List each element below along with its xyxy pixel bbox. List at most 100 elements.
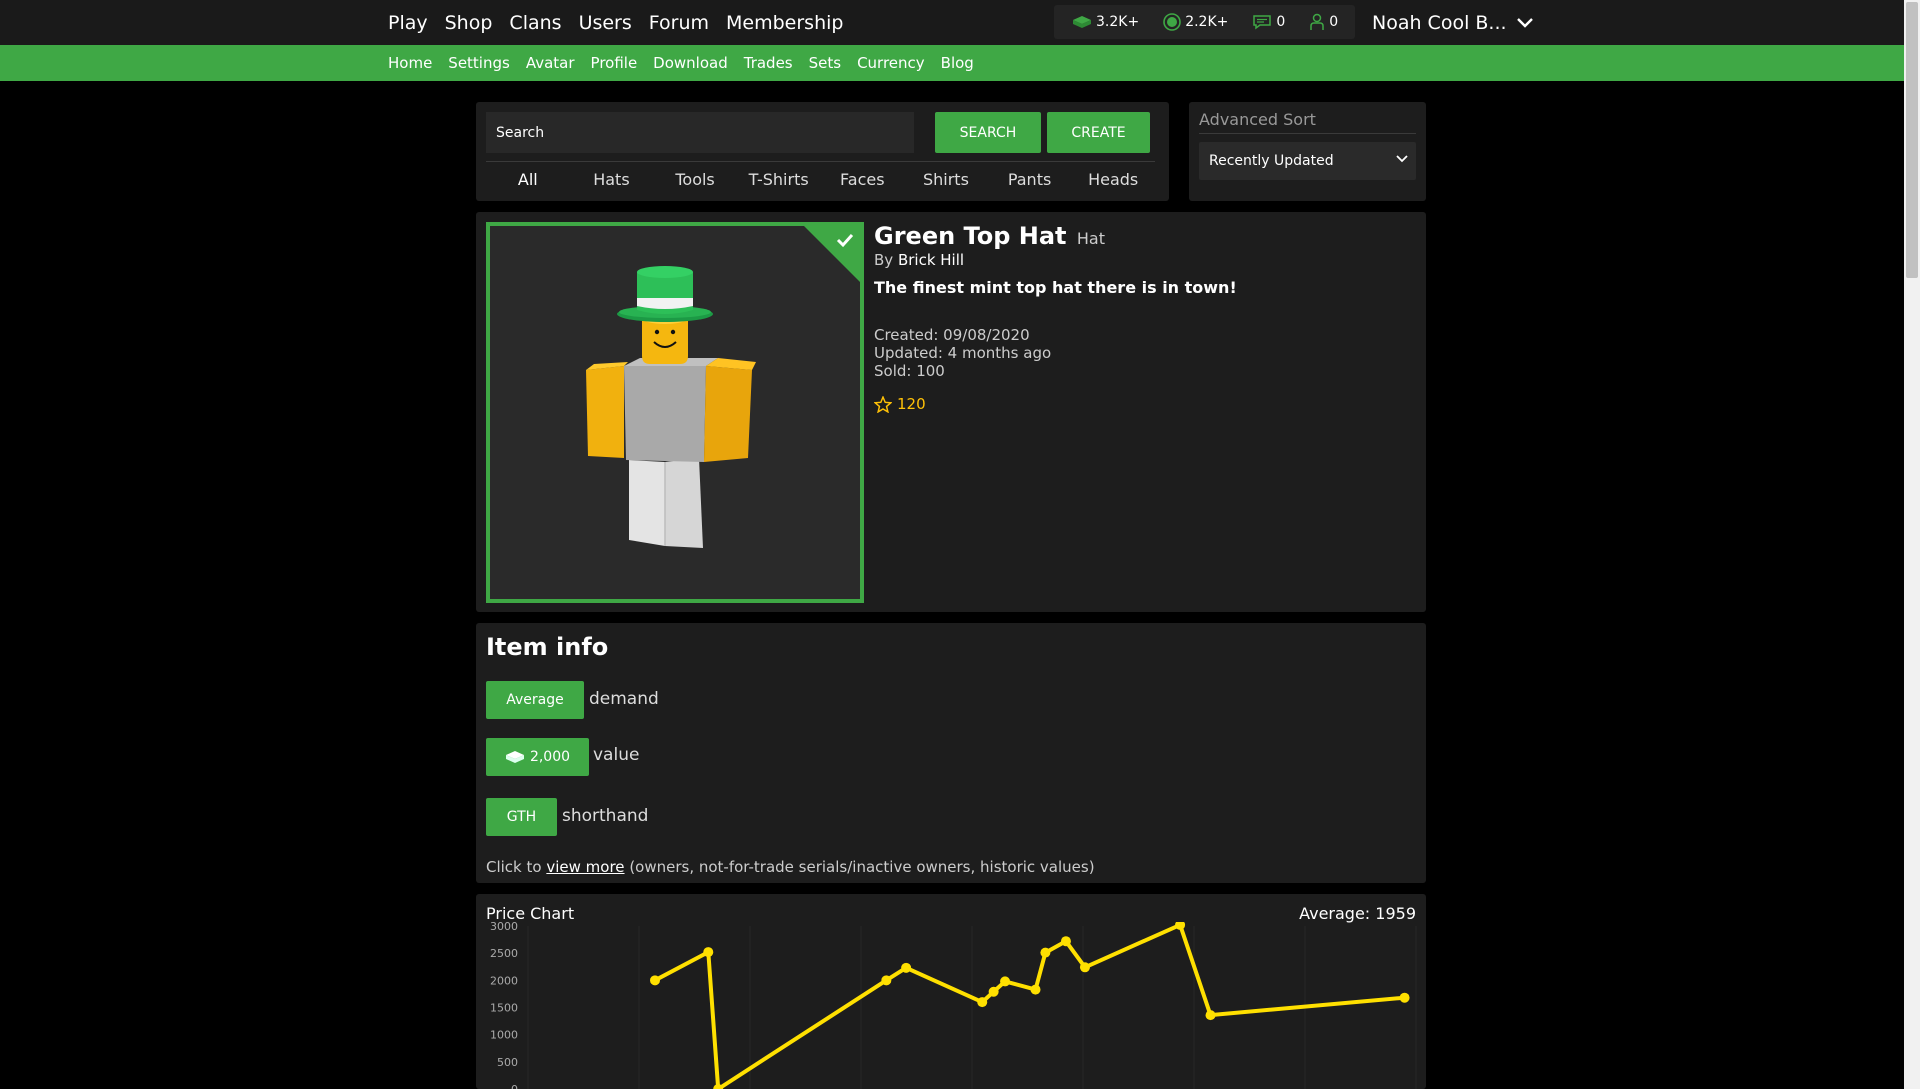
check-icon xyxy=(836,233,854,248)
subnav-home[interactable]: Home xyxy=(388,54,432,72)
bucks-stat[interactable]: 3.2K+ xyxy=(1072,14,1139,30)
value-badge: 2,000 xyxy=(486,738,589,776)
value-label: value xyxy=(593,745,640,765)
search-button[interactable]: SEARCH xyxy=(935,112,1041,153)
tab-hats[interactable]: Hats xyxy=(570,162,654,197)
favorite-count: 120 xyxy=(897,395,926,413)
bits-stat[interactable]: 2.2K+ xyxy=(1163,13,1228,31)
price-point[interactable] xyxy=(988,986,999,997)
chevron-down-icon xyxy=(1516,17,1533,28)
view-more-row: Click to view more (owners, not-for-trad… xyxy=(486,858,1095,876)
price-point[interactable] xyxy=(977,997,988,1008)
bucks-icon xyxy=(1073,16,1091,28)
price-point[interactable] xyxy=(1399,992,1410,1003)
item-name-row: Green Top Hat Hat xyxy=(874,222,1105,250)
subnav-currency[interactable]: Currency xyxy=(857,54,925,72)
price-chart: 3000 2500 2000 1500 1000 500 0 xyxy=(490,922,1417,1089)
top-bar: Play Shop Clans Users Forum Membership 3… xyxy=(0,0,1904,45)
search-input[interactable] xyxy=(486,112,914,153)
click-suffix: (owners, not-for-trade serials/inactive … xyxy=(629,858,1095,876)
item-created: Created: 09/08/2020 xyxy=(874,326,1030,344)
shorthand-badge: GTH xyxy=(486,798,557,836)
price-point[interactable] xyxy=(1030,984,1041,995)
subnav-avatar[interactable]: Avatar xyxy=(526,54,575,72)
price-point[interactable] xyxy=(1205,1010,1216,1021)
username: Noah Cool B... xyxy=(1372,11,1507,34)
demand-badge: Average xyxy=(486,681,584,719)
price-point[interactable] xyxy=(1175,922,1186,930)
favorite-button[interactable]: 120 xyxy=(874,395,926,413)
tab-heads[interactable]: Heads xyxy=(1071,162,1155,197)
bits-count: 2.2K+ xyxy=(1185,14,1229,30)
y-tick-label: 0 xyxy=(511,1083,518,1089)
by-prefix: By xyxy=(874,251,894,269)
friends-count: 0 xyxy=(1329,14,1339,30)
user-menu[interactable]: Noah Cool B... xyxy=(1372,0,1533,45)
subnav-settings[interactable]: Settings xyxy=(448,54,510,72)
price-point[interactable] xyxy=(650,975,660,986)
sub-nav: Home Settings Avatar Profile Download Tr… xyxy=(0,45,1904,81)
subnav-blog[interactable]: Blog xyxy=(941,54,974,72)
price-point[interactable] xyxy=(1079,962,1090,973)
create-button[interactable]: CREATE xyxy=(1047,112,1150,153)
price-point[interactable] xyxy=(901,962,912,973)
click-prefix: Click to xyxy=(486,858,542,876)
scrollbar-thumb[interactable] xyxy=(1906,2,1918,278)
messages-count: 0 xyxy=(1276,14,1286,30)
y-tick-label: 500 xyxy=(497,1056,518,1069)
subnav-sets[interactable]: Sets xyxy=(809,54,841,72)
subnav-download[interactable]: Download xyxy=(653,54,728,72)
bucks-icon xyxy=(505,751,524,763)
demand-value: Average xyxy=(506,692,564,708)
nav-clans[interactable]: Clans xyxy=(509,12,561,34)
friends-icon xyxy=(1310,13,1325,30)
star-icon xyxy=(874,395,892,413)
chart-title: Price Chart xyxy=(486,904,575,923)
shorthand-value: GTH xyxy=(506,809,537,825)
price-point[interactable] xyxy=(1060,936,1071,947)
messages-stat[interactable]: 0 xyxy=(1252,14,1285,30)
tab-tools[interactable]: Tools xyxy=(653,162,737,197)
item-info-title: Item info xyxy=(486,633,609,661)
friends-stat[interactable]: 0 xyxy=(1309,13,1338,31)
subnav-profile[interactable]: Profile xyxy=(591,54,638,72)
sort-select[interactable]: Recently Updated xyxy=(1199,142,1416,180)
tab-pants[interactable]: Pants xyxy=(988,162,1072,197)
price-point[interactable] xyxy=(703,947,714,958)
price-chart-panel: Price Chart Average: 1959 3000 2500 2000 15… xyxy=(476,894,1426,1089)
tab-faces[interactable]: Faces xyxy=(821,162,905,197)
sort-label: Advanced Sort xyxy=(1199,110,1416,134)
nav-membership[interactable]: Membership xyxy=(726,12,843,34)
price-point[interactable] xyxy=(1040,947,1051,958)
nav-play[interactable]: Play xyxy=(388,12,428,34)
item-creator-link[interactable]: Brick Hill xyxy=(898,251,964,269)
y-tick-label: 1000 xyxy=(490,1029,518,1042)
item-name: Green Top Hat xyxy=(874,222,1067,250)
nav-shop[interactable]: Shop xyxy=(445,12,493,34)
nav-forum[interactable]: Forum xyxy=(649,12,709,34)
view-more-link[interactable]: view more xyxy=(546,858,624,876)
main-nav: Play Shop Clans Users Forum Membership xyxy=(388,0,843,45)
sort-panel: Advanced Sort Recently Updated xyxy=(1189,102,1426,201)
tab-all[interactable]: All xyxy=(486,162,570,197)
demand-label: demand xyxy=(589,689,659,709)
messages-icon xyxy=(1253,15,1272,30)
y-tick-label: 1500 xyxy=(490,1002,518,1015)
value-amount: 2,000 xyxy=(529,749,571,765)
tab-t-shirts[interactable]: T-Shirts xyxy=(737,162,821,197)
item-thumbnail xyxy=(486,222,864,603)
item-creator-row: By Brick Hill xyxy=(874,251,964,269)
item-type: Hat xyxy=(1076,229,1105,248)
price-series-line xyxy=(654,922,1405,1089)
user-stats: 3.2K+ 2.2K+ 0 0 xyxy=(1054,5,1355,39)
item-description: The finest mint top hat there is in town… xyxy=(874,278,1237,297)
category-tabs: All Hats Tools T-Shirts Faces Shirts Pan… xyxy=(486,161,1155,197)
chart-average: Average: 1959 xyxy=(1299,904,1416,923)
bucks-count: 3.2K+ xyxy=(1096,14,1140,30)
price-point[interactable] xyxy=(881,975,892,986)
nav-users[interactable]: Users xyxy=(579,12,632,34)
subnav-trades[interactable]: Trades xyxy=(744,54,793,72)
price-point[interactable] xyxy=(1000,976,1011,987)
shorthand-label: shorthand xyxy=(562,806,649,826)
tab-shirts[interactable]: Shirts xyxy=(904,162,988,197)
